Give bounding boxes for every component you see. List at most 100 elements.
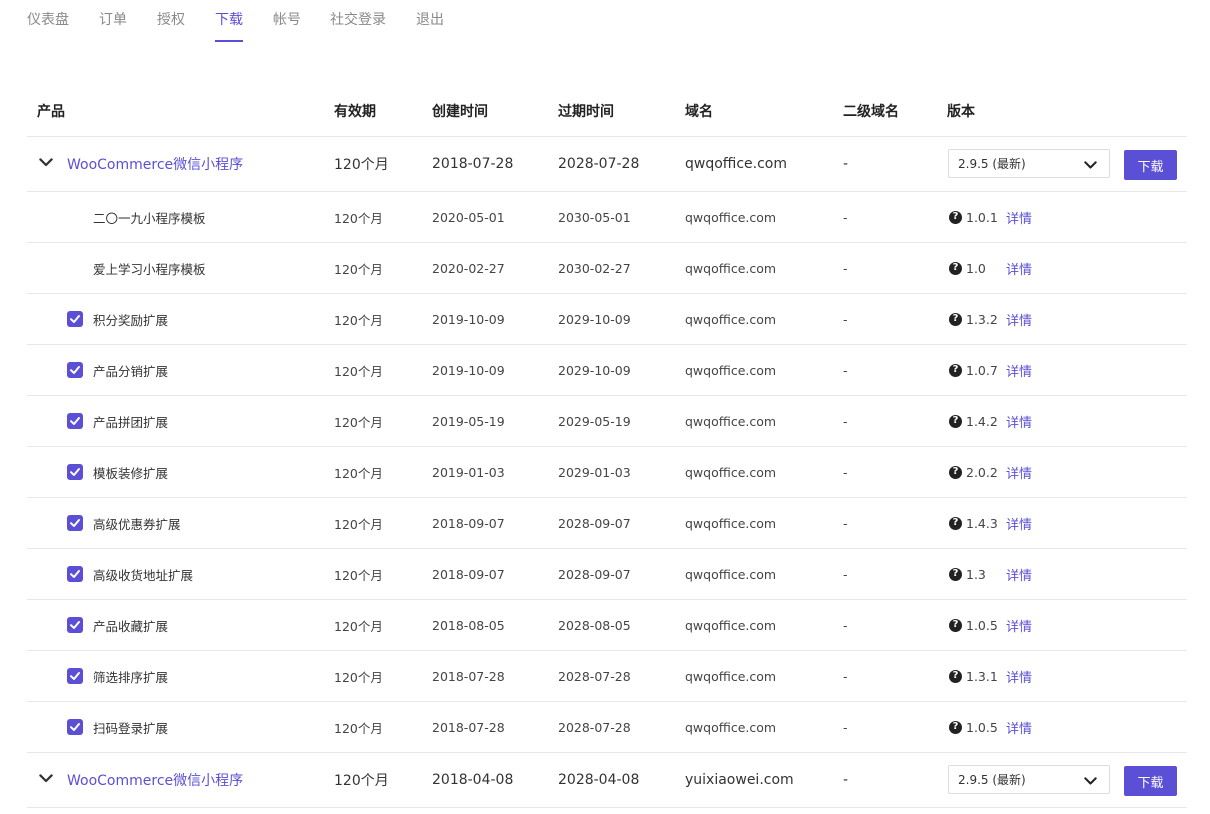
detail-link[interactable]: 详情 [1006, 463, 1032, 482]
extension-row: 产品拼团扩展 120个月 2019-05-19 2029-05-19 qwqoffice… [27, 396, 1187, 447]
created-cell: 2018-09-07 [432, 515, 505, 531]
chevron-down-icon [1084, 158, 1097, 172]
detail-link[interactable]: 详情 [1006, 361, 1032, 380]
chevron-down-icon[interactable] [39, 158, 53, 168]
expires-cell: 2028-07-28 [558, 668, 631, 684]
detail-link[interactable]: 详情 [1006, 718, 1032, 737]
header-validity: 有效期 [334, 104, 376, 120]
domain-cell: qwqoffice.com [685, 464, 777, 480]
domain-cell: qwqoffice.com [685, 209, 777, 225]
question-circle-icon[interactable]: ? [949, 669, 962, 683]
question-circle-icon[interactable]: ? [949, 312, 962, 326]
extension-checkbox[interactable] [67, 566, 83, 582]
product-name-link[interactable]: WooCommerce微信小程序 [67, 137, 243, 191]
detail-link[interactable]: 详情 [1006, 208, 1032, 227]
domain-cell: qwqoffice.com [685, 617, 777, 633]
question-circle-icon[interactable]: ? [949, 465, 962, 479]
created-cell: 2019-10-09 [432, 311, 505, 327]
check-icon [67, 413, 83, 429]
detail-link[interactable]: 详情 [1006, 616, 1032, 635]
extension-checkbox[interactable] [67, 617, 83, 633]
version-cell: ? 1.0.1 详情 [949, 192, 1032, 242]
validity-cell: 120个月 [334, 363, 383, 379]
extension-name: 筛选排序扩展 [93, 669, 169, 685]
extension-checkbox[interactable] [67, 668, 83, 684]
extension-checkbox[interactable] [67, 464, 83, 480]
extension-name: 爱上学习小程序模板 [93, 261, 206, 277]
subdomain-cell: - [843, 719, 848, 735]
question-circle-icon[interactable]: ? [949, 618, 962, 632]
extension-checkbox[interactable] [67, 719, 83, 735]
check-icon [67, 362, 83, 378]
version-number: 1.0.7 [966, 362, 998, 378]
version-number: 1.4.3 [966, 515, 998, 531]
tab-dashboard[interactable]: 仪表盘 [27, 11, 69, 29]
tab-downloads[interactable]: 下载 [215, 11, 243, 42]
domain-cell: qwqoffice.com [685, 362, 777, 378]
expires-cell: 2030-05-01 [558, 209, 631, 225]
created-cell: 2018-09-07 [432, 566, 505, 582]
subdomain-cell: - [843, 772, 849, 788]
expires-cell: 2028-09-07 [558, 515, 631, 531]
version-select[interactable]: 2.9.5 (最新) [948, 149, 1110, 178]
tab-licenses[interactable]: 授权 [157, 11, 185, 29]
version-select[interactable]: 2.9.5 (最新) [948, 765, 1110, 794]
detail-link[interactable]: 详情 [1006, 259, 1032, 278]
extension-checkbox[interactable] [67, 311, 83, 327]
validity-cell: 120个月 [334, 414, 383, 430]
product-name-link[interactable]: WooCommerce微信小程序 [67, 753, 243, 807]
header-expires: 过期时间 [558, 104, 614, 120]
detail-link[interactable]: 详情 [1006, 514, 1032, 533]
download-button[interactable]: 下载 [1124, 150, 1177, 180]
chevron-down-icon[interactable] [39, 774, 53, 784]
domain-cell: qwqoffice.com [685, 156, 787, 172]
tab-logout[interactable]: 退出 [416, 11, 444, 29]
validity-cell: 120个月 [334, 720, 383, 736]
download-button[interactable]: 下载 [1124, 766, 1177, 796]
detail-link[interactable]: 详情 [1006, 667, 1032, 686]
question-circle-icon[interactable]: ? [949, 210, 962, 224]
expires-cell: 2028-09-07 [558, 566, 631, 582]
created-cell: 2018-07-28 [432, 719, 505, 735]
version-number: 1.3.1 [966, 668, 998, 684]
version-cell: ? 1.0.5 详情 [949, 600, 1032, 650]
extension-name: 扫码登录扩展 [93, 720, 169, 736]
downloads-table: 产品 有效期 创建时间 过期时间 域名 二级域名 版本 WooCommerce微… [27, 86, 1187, 808]
header-domain: 域名 [685, 104, 713, 120]
validity-cell: 120个月 [334, 157, 389, 173]
domain-cell: qwqoffice.com [685, 566, 777, 582]
table-header-row: 产品 有效期 创建时间 过期时间 域名 二级域名 版本 [27, 86, 1187, 137]
validity-cell: 120个月 [334, 261, 383, 277]
extension-checkbox[interactable] [67, 362, 83, 378]
question-circle-icon[interactable]: ? [949, 261, 962, 275]
detail-link[interactable]: 详情 [1006, 310, 1032, 329]
expires-cell: 2028-07-28 [558, 719, 631, 735]
expires-cell: 2028-04-08 [558, 772, 640, 788]
extension-row: 产品收藏扩展 120个月 2018-08-05 2028-08-05 qwqoffice… [27, 600, 1187, 651]
question-circle-icon[interactable]: ? [949, 516, 962, 530]
question-circle-icon[interactable]: ? [949, 567, 962, 581]
question-circle-icon[interactable]: ? [949, 414, 962, 428]
tab-account[interactable]: 帐号 [273, 11, 301, 29]
question-circle-icon[interactable]: ? [949, 720, 962, 734]
subdomain-cell: - [843, 515, 848, 531]
tab-orders[interactable]: 订单 [99, 11, 127, 29]
created-cell: 2020-05-01 [432, 209, 505, 225]
version-number: 1.3 [966, 566, 986, 582]
question-circle-icon[interactable]: ? [949, 363, 962, 377]
extension-checkbox[interactable] [67, 515, 83, 531]
chevron-down-icon [1084, 774, 1097, 788]
validity-cell: 120个月 [334, 210, 383, 226]
tab-social-login[interactable]: 社交登录 [330, 11, 386, 29]
extension-row: 产品分销扩展 120个月 2019-10-09 2029-10-09 qwqoffice… [27, 345, 1187, 396]
extension-name: 模板装修扩展 [93, 465, 169, 481]
version-number: 1.0 [966, 260, 986, 276]
detail-link[interactable]: 详情 [1006, 412, 1032, 431]
created-cell: 2019-05-19 [432, 413, 505, 429]
extension-checkbox[interactable] [67, 413, 83, 429]
expires-cell: 2028-08-05 [558, 617, 631, 633]
version-number: 1.4.2 [966, 413, 998, 429]
header-subdomain: 二级域名 [843, 104, 899, 120]
detail-link[interactable]: 详情 [1006, 565, 1032, 584]
validity-cell: 120个月 [334, 312, 383, 328]
